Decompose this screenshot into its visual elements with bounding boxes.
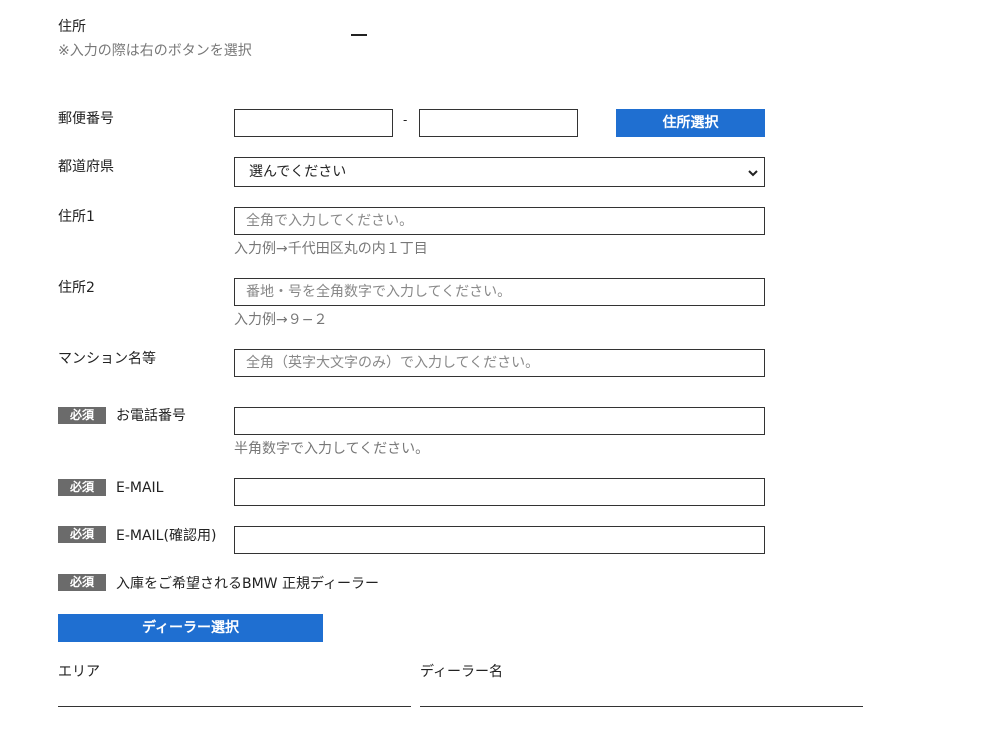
minus-icon	[351, 34, 367, 36]
email-confirm-label: E-MAIL(確認用)	[116, 528, 217, 544]
address-section-title: 住所	[58, 19, 86, 35]
prefecture-selected-value: 選んでください	[249, 164, 347, 180]
dealer-request-form: 住所 ※入力の際は右のボタンを選択 郵便番号 - 住所選択 都道府県 選んでくだ…	[0, 0, 999, 733]
required-badge: 必須	[58, 407, 106, 424]
address2-label: 住所2	[58, 280, 95, 296]
address2-hint: 入力例→９−２	[234, 312, 328, 328]
address1-input[interactable]	[234, 207, 765, 235]
phone-input[interactable]	[234, 407, 765, 435]
email-input[interactable]	[234, 478, 765, 506]
email-confirm-input[interactable]	[234, 526, 765, 554]
address1-label: 住所1	[58, 209, 95, 225]
prefecture-select[interactable]: 選んでください	[234, 157, 765, 187]
mansion-input[interactable]	[234, 349, 765, 377]
required-badge: 必須	[58, 574, 106, 591]
email-label: E-MAIL	[116, 480, 164, 496]
postal-code-part1-input[interactable]	[234, 109, 393, 137]
address-section-note: ※入力の際は右のボタンを選択	[58, 43, 252, 59]
phone-hint: 半角数字で入力してください。	[234, 441, 430, 457]
mansion-label: マンション名等	[58, 351, 156, 367]
postal-label: 郵便番号	[58, 111, 114, 127]
postal-separator: -	[403, 113, 408, 127]
dealer-label: 入庫をご希望されるBMW 正規ディーラー	[116, 576, 379, 592]
chevron-down-icon	[748, 158, 758, 186]
prefecture-label: 都道府県	[58, 159, 114, 175]
address1-hint: 入力例→千代田区丸の内１丁目	[234, 241, 428, 257]
phone-label: お電話番号	[116, 408, 186, 424]
dealer-name-field-underline	[420, 706, 863, 707]
area-label: エリア	[58, 664, 100, 680]
required-badge: 必須	[58, 526, 106, 543]
required-badge: 必須	[58, 479, 106, 496]
area-field-underline	[58, 706, 411, 707]
postal-code-part2-input[interactable]	[419, 109, 578, 137]
address-lookup-button[interactable]: 住所選択	[616, 109, 765, 137]
address2-input[interactable]	[234, 278, 765, 306]
dealer-name-label: ディーラー名	[420, 664, 504, 680]
dealer-select-button[interactable]: ディーラー選択	[58, 614, 323, 642]
